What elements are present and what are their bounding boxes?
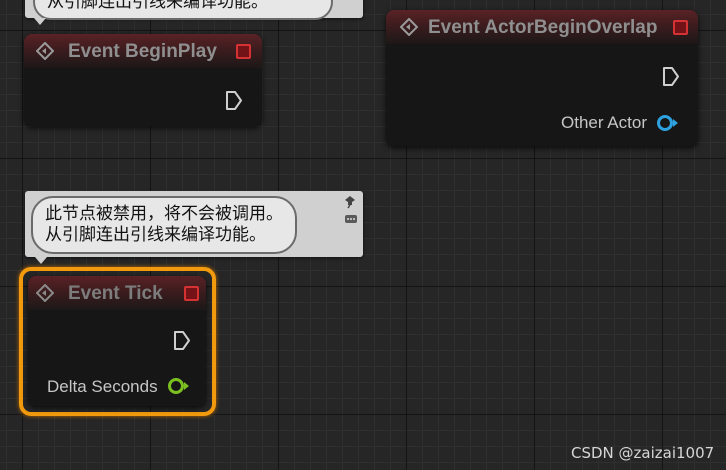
comment-bubble-icon[interactable] — [344, 213, 358, 227]
disabled-comment-text: 此节点被禁用，将不会被调用。 从引脚连出引线来编译功能。 — [31, 196, 297, 254]
watermark: CSDN @zaizai1007 — [571, 444, 715, 462]
delta-seconds-label: Delta Seconds — [47, 377, 158, 396]
node-title: Event BeginPlay — [68, 41, 217, 62]
event-beginplay-node[interactable]: Event BeginPlay — [24, 34, 262, 126]
comment-line-2: 从引脚连出引线来编译功能。 — [45, 225, 266, 245]
top-comment-text: 从引脚连出引线来编译功能。 — [33, 0, 333, 20]
event-actorbeginoverlap-node[interactable]: Event ActorBeginOverlap Other Actor — [386, 10, 698, 146]
exec-output-pin[interactable] — [225, 90, 243, 111]
delegate-pin[interactable] — [184, 286, 199, 301]
node-title: Event ActorBeginOverlap — [428, 17, 658, 38]
exec-output-pin[interactable] — [662, 66, 680, 87]
event-diamond-icon — [36, 284, 54, 302]
comment-tail — [35, 257, 47, 264]
pin-icon[interactable] — [343, 195, 357, 209]
delta-seconds-float-pin[interactable] — [167, 377, 191, 395]
other-actor-object-pin[interactable] — [656, 114, 680, 132]
event-diamond-icon — [400, 18, 418, 36]
exec-output-pin[interactable] — [173, 330, 191, 351]
event-tick-node[interactable]: Event Tick Delta Seconds — [28, 276, 206, 406]
top-comment-tail — [34, 18, 46, 25]
disabled-comment-bubble: 此节点被禁用，将不会被调用。 从引脚连出引线来编译功能。 — [25, 191, 363, 264]
event-diamond-icon — [36, 42, 54, 60]
other-actor-label: Other Actor — [561, 113, 647, 132]
delegate-pin[interactable] — [673, 20, 688, 35]
node-title: Event Tick — [68, 283, 163, 304]
top-comment-bubble: 从引脚连出引线来编译功能。 — [25, 0, 363, 25]
comment-line-1: 此节点被禁用，将不会被调用。 — [45, 204, 283, 224]
delegate-pin[interactable] — [236, 44, 251, 59]
